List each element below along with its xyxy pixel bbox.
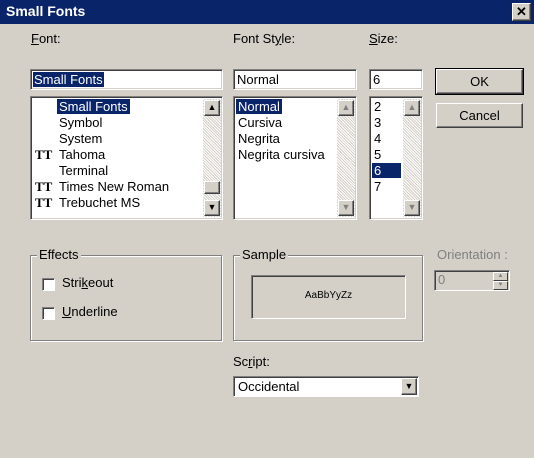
underline-checkbox[interactable] <box>42 307 55 320</box>
size-list-item[interactable]: 3 <box>372 115 401 130</box>
effects-title: Effects <box>37 247 81 262</box>
orientation-label: Orientation : <box>437 247 508 262</box>
truetype-icon: TT <box>35 195 53 210</box>
arrow-down-icon: ▼ <box>497 282 504 288</box>
orientation-spin-buttons: ▲ ▼ <box>493 272 508 290</box>
size-list-item[interactable]: 7 <box>372 179 401 194</box>
font-style-list-item[interactable]: Negrita <box>236 131 282 146</box>
arrow-up-icon: ▲ <box>341 102 351 112</box>
font-list-item[interactable]: Symbol <box>57 115 104 130</box>
script-select-value: Occidental <box>238 379 300 394</box>
chevron-down-icon: ▼ <box>404 381 414 391</box>
font-style-input[interactable]: Normal <box>233 69 357 90</box>
font-style-list-item[interactable]: Normal <box>236 99 282 114</box>
size-input[interactable]: 6 <box>369 69 423 90</box>
arrow-up-icon: ▲ <box>207 102 217 112</box>
font-scroll-thumb[interactable] <box>204 181 220 194</box>
close-button[interactable]: ✕ <box>512 3 531 21</box>
font-style-list-scrollbar[interactable]: ▲ ▼ <box>337 99 355 217</box>
size-label: Size: <box>369 31 398 46</box>
size-list-item[interactable]: 6 <box>372 163 401 178</box>
font-list-item[interactable]: Times New Roman <box>57 179 171 194</box>
font-input-value: Small Fonts <box>33 72 104 87</box>
font-list-item[interactable]: Trebuchet MS <box>57 195 142 210</box>
font-style-label: Font Style: <box>233 31 296 46</box>
font-scroll-up-button[interactable]: ▲ <box>204 100 220 116</box>
arrow-up-icon: ▲ <box>407 102 417 112</box>
orientation-value: 0 <box>438 272 446 287</box>
cancel-button[interactable]: Cancel <box>436 103 523 128</box>
font-list-item[interactable]: Terminal <box>57 163 110 178</box>
font-style-scroll-down-button[interactable]: ▼ <box>338 200 354 216</box>
font-style-list-item[interactable]: Cursiva <box>236 115 284 130</box>
size-list-item[interactable]: 5 <box>372 147 401 162</box>
font-style-list[interactable]: Normal Cursiva Negrita Negrita cursiva ▲ ▼ <box>233 96 357 220</box>
size-scroll-up-button[interactable]: ▲ <box>404 100 420 116</box>
orientation-up-button[interactable]: ▲ <box>493 272 508 281</box>
font-list-item[interactable]: Small Fonts <box>57 99 130 114</box>
window-title: Small Fonts <box>6 3 86 19</box>
font-list-scrollbar[interactable]: ▲ ▼ <box>203 99 221 217</box>
arrow-up-icon: ▲ <box>497 273 504 279</box>
underline-label[interactable]: Underline <box>62 304 118 319</box>
size-input-value: 6 <box>373 72 381 87</box>
font-list-item[interactable]: Tahoma <box>57 147 107 162</box>
size-list-item[interactable]: 2 <box>372 99 401 114</box>
truetype-icon: TT <box>35 147 53 162</box>
arrow-down-icon: ▼ <box>341 202 351 212</box>
effects-group: Effects Strikeout Underline <box>30 247 222 341</box>
strikeout-checkbox[interactable] <box>42 278 55 291</box>
orientation-spinner[interactable]: 0 ▲ ▼ <box>434 270 510 291</box>
sample-group: Sample AaBbYyZz <box>233 247 423 341</box>
font-list[interactable]: Small Fonts Symbol System Tahoma TT Terminal T… <box>30 96 223 220</box>
sample-text: AaBbYyZz <box>304 290 353 301</box>
script-dropdown-button[interactable]: ▼ <box>401 378 417 395</box>
font-style-list-item[interactable]: Negrita cursiva <box>236 147 327 162</box>
font-label: Font: <box>31 31 61 46</box>
sample-title: Sample <box>240 247 289 262</box>
size-list-scrollbar[interactable]: ▲ ▼ <box>403 99 421 217</box>
font-style-scroll-up-button[interactable]: ▲ <box>338 100 354 116</box>
strikeout-label[interactable]: Strikeout <box>62 275 113 290</box>
size-scroll-down-button[interactable]: ▼ <box>404 200 420 216</box>
close-icon: ✕ <box>516 4 527 19</box>
title-bar: Small Fonts ✕ <box>0 0 534 24</box>
orientation-down-button[interactable]: ▼ <box>493 281 508 290</box>
arrow-down-icon: ▼ <box>407 202 417 212</box>
truetype-icon: TT <box>35 179 53 194</box>
font-list-item[interactable]: System <box>57 131 104 146</box>
arrow-down-icon: ▼ <box>207 202 217 212</box>
script-label: Script: <box>233 354 270 369</box>
font-scroll-down-button[interactable]: ▼ <box>204 200 220 216</box>
font-input[interactable]: Small Fonts <box>30 69 223 90</box>
script-select[interactable]: Occidental ▼ <box>233 376 419 397</box>
size-list[interactable]: 234567 ▲ ▼ <box>369 96 423 220</box>
size-list-item[interactable]: 4 <box>372 131 401 146</box>
font-style-input-value: Normal <box>237 72 279 87</box>
ok-button[interactable]: OK <box>435 68 524 95</box>
sample-preview: AaBbYyZz <box>251 275 406 319</box>
